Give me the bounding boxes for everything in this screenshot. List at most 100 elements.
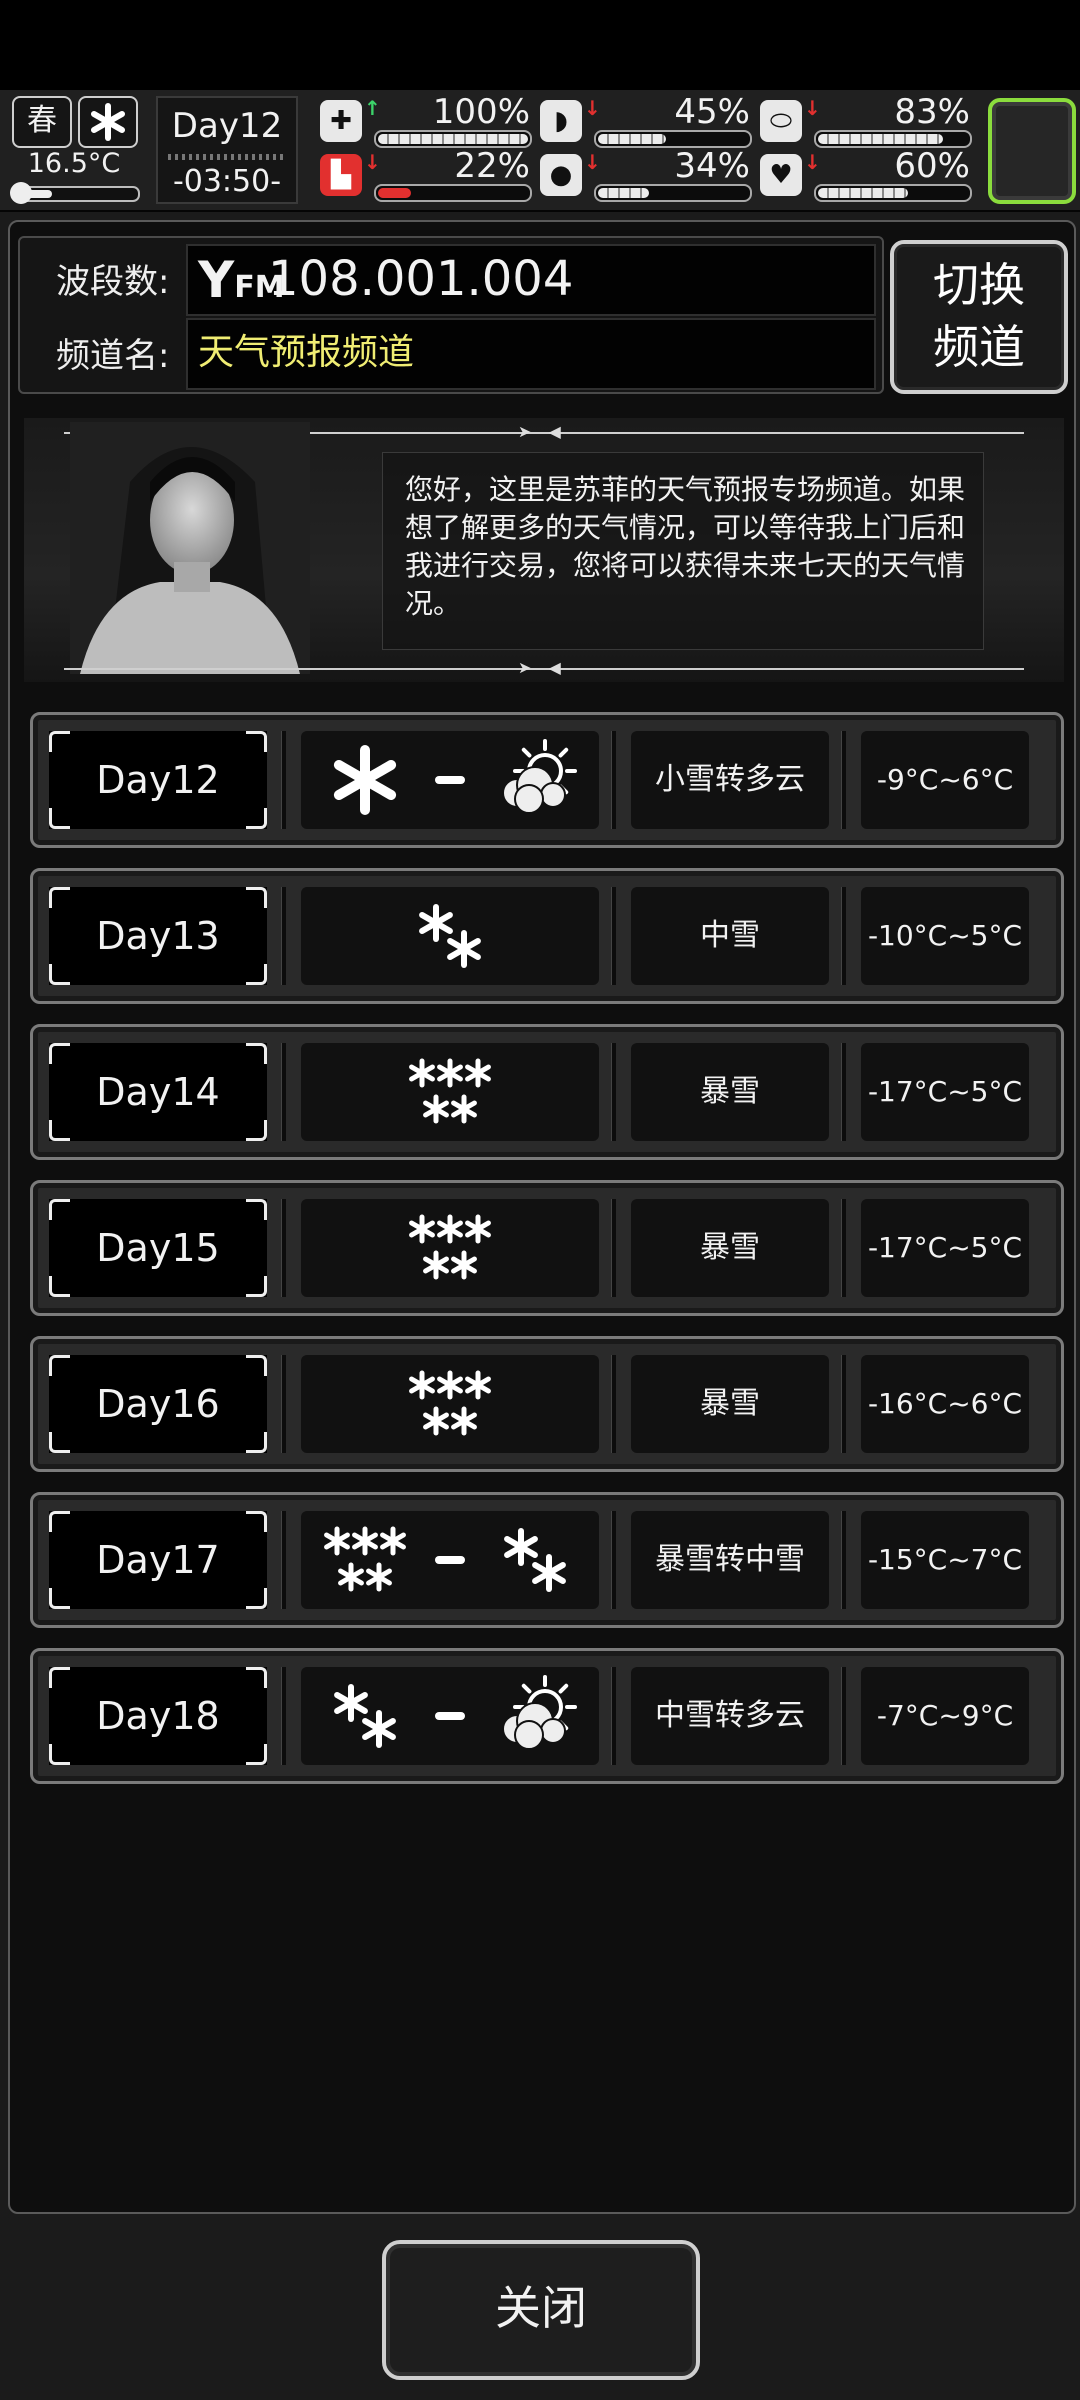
trend-down-icon: ↓ <box>804 150 821 174</box>
forecast-temp: -7°C~9°C <box>876 1699 1014 1732</box>
forecast-temp-cell: -7°C~9°C <box>861 1667 1029 1765</box>
forecast-day: Day17 <box>96 1538 220 1582</box>
forecast-icons <box>301 1043 599 1141</box>
channel-value: 天气预报频道 <box>198 332 415 373</box>
forecast-row: Day18 中雪转多云 -7°C~9°C <box>30 1648 1064 1784</box>
forecast-row: Day16 暴雪 -16°C~6°C <box>30 1336 1064 1472</box>
stat-thirst: ● ↓ 34% <box>540 146 754 204</box>
stat-value: 45% <box>674 92 750 132</box>
trend-down-icon: ↓ <box>804 96 821 120</box>
stat-value: 83% <box>894 92 970 132</box>
forecast-desc-cell: 暴雪转中雪 <box>631 1511 829 1609</box>
frequency-value: 108.001.004 <box>268 251 574 307</box>
pill-icon: ⬭ <box>760 100 802 142</box>
forecast-desc: 暴雪 <box>700 1230 760 1265</box>
stat-fill <box>818 134 943 144</box>
forecast-temp: -17°C~5°C <box>867 1075 1023 1108</box>
divider-arrows: ➤ ◀ <box>518 422 567 441</box>
forecast-temp: -17°C~5°C <box>867 1231 1023 1264</box>
forecast-day-cell: Day17 <box>49 1511 267 1609</box>
channel-label: 频道名: <box>56 336 170 376</box>
forecast-row: Day17 暴雪转中雪 -15°C~7°C <box>30 1492 1064 1628</box>
forecast-temp-cell: -9°C~6°C <box>861 731 1029 829</box>
forecast-desc-cell: 小雪转多云 <box>631 731 829 829</box>
forecast-desc: 暴雪 <box>700 1386 760 1421</box>
forecast-temp: -15°C~7°C <box>867 1543 1023 1576</box>
forecast-desc: 暴雪转中雪 <box>655 1542 805 1577</box>
frequency-field: YFM 108.001.004 <box>186 244 876 316</box>
water-drop-icon: ● <box>540 154 582 196</box>
menu-button[interactable] <box>988 98 1076 204</box>
host-message-box: 您好，这里是苏菲的天气预报专场频道。如果想了解更多的天气情况，可以等待我上门后和… <box>382 452 984 650</box>
divider-arrows: ➤ ◀ <box>518 658 567 677</box>
forecast-day: Day12 <box>96 758 220 802</box>
trend-up-icon: ↑ <box>364 96 381 120</box>
forecast-temp-cell: -15°C~7°C <box>861 1511 1029 1609</box>
time-label: -03:50- <box>172 164 282 199</box>
forecast-temp: -10°C~5°C <box>867 919 1023 952</box>
forecast-desc: 暴雪 <box>700 1074 760 1109</box>
forecast-day-cell: Day18 <box>49 1667 267 1765</box>
stat-value: 34% <box>674 146 750 186</box>
forecast-icons <box>301 731 599 829</box>
current-weather-icon <box>78 96 138 148</box>
status-bar-area <box>0 0 1080 90</box>
host-portrait <box>70 422 310 674</box>
radio-info: 波段数: YFM 108.001.004 频道名: 天气预报频道 <box>18 236 884 394</box>
stat-value: 22% <box>454 146 530 186</box>
heavy-snow-icon <box>333 745 397 815</box>
forecast-icons <box>301 887 599 985</box>
thermometer-bulb <box>10 182 32 204</box>
forecast-desc: 小雪转多云 <box>655 762 805 797</box>
forecast-icons <box>301 1511 599 1609</box>
day-label: Day12 <box>171 106 283 146</box>
forecast-desc-cell: 中雪 <box>631 887 829 985</box>
forecast-desc-cell: 暴雪 <box>631 1043 829 1141</box>
forecast-day: Day18 <box>96 1694 220 1738</box>
switch-label-2: 频道 <box>933 320 1025 374</box>
forecast-icons <box>301 1355 599 1453</box>
moderate-snow-icon <box>334 1684 396 1748</box>
forecast-icons <box>301 1199 599 1297</box>
radio-panel: 波段数: YFM 108.001.004 频道名: 天气预报频道 切换频道 ➤ … <box>8 220 1076 2214</box>
moderate-snow-icon <box>504 1528 566 1592</box>
stomach-icon: ◗ <box>540 100 582 142</box>
partly-cloudy-icon <box>502 739 577 814</box>
stat-value: 100% <box>432 92 530 132</box>
host-message: 您好，这里是苏菲的天气预报专场频道。如果想了解更多的天气情况，可以等待我上门后和… <box>405 473 966 620</box>
forecast-icons <box>301 1667 599 1765</box>
stat-fill <box>818 188 908 198</box>
heart-icon: ♥ <box>760 154 802 196</box>
trend-down-icon: ↓ <box>364 150 381 174</box>
forecast-temp: -16°C~6°C <box>867 1387 1023 1420</box>
blizzard-icon <box>409 1058 491 1124</box>
stat-fill <box>378 134 528 144</box>
forecast-day-cell: Day16 <box>49 1355 267 1453</box>
medkit-icon: ✚ <box>320 100 362 142</box>
moderate-snow-icon <box>419 904 481 968</box>
switch-label-1: 切换 <box>933 258 1025 312</box>
season-indicator: 春 <box>12 96 72 148</box>
boot-icon: ▙ <box>320 154 362 196</box>
forecast-row: Day13 中雪 -10°C~5°C <box>30 868 1064 1004</box>
forecast-day-cell: Day13 <box>49 887 267 985</box>
stat-value: 60% <box>894 146 970 186</box>
stat-fill <box>598 188 649 198</box>
close-button[interactable]: 关闭 <box>382 2240 700 2380</box>
forecast-row: Day12 小雪转多云 -9°C~6°C <box>30 712 1064 848</box>
forecast-temp-cell: -16°C~6°C <box>861 1355 1029 1453</box>
forecast-temp-cell: -17°C~5°C <box>861 1043 1029 1141</box>
switch-channel-button[interactable]: 切换 频道 <box>890 240 1068 394</box>
stat-health: ✚ ↑ 100% <box>320 92 534 150</box>
forecast-desc: 中雪 <box>700 918 760 953</box>
blizzard-icon <box>409 1214 491 1280</box>
stat-fill <box>378 188 411 198</box>
time-ticks <box>168 154 286 160</box>
stat-hunger: ◗ ↓ 45% <box>540 92 754 150</box>
blizzard-icon <box>324 1526 406 1592</box>
forecast-desc-cell: 暴雪 <box>631 1355 829 1453</box>
day-clock: Day12 -03:50- <box>156 96 298 204</box>
blizzard-icon <box>409 1370 491 1436</box>
channel-field: 天气预报频道 <box>186 318 876 390</box>
forecast-day-cell: Day14 <box>49 1043 267 1141</box>
